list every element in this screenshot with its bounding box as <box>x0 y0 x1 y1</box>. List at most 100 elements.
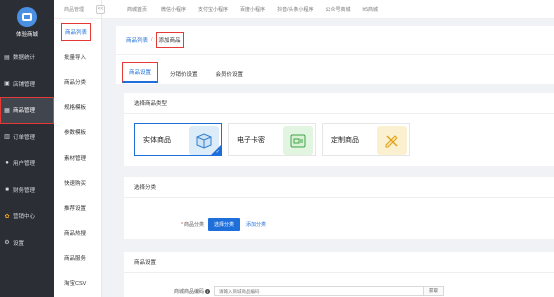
sidebar-item-label: 营销中心 <box>13 214 36 221</box>
top-tab-baidu[interactable]: 百度小程序 <box>240 6 265 13</box>
subnav-item-param-template[interactable]: 参数模板 <box>54 120 101 145</box>
form-tabs-card: 商品设置 分销价设置 会员价设置 <box>116 54 554 84</box>
sidebar-item-users[interactable]: ● 用户管理 <box>0 150 54 177</box>
subnav-item-label: 规格模板 <box>64 105 87 112</box>
tab-distribution-price[interactable]: 分销价设置 <box>164 65 204 83</box>
type-card-card-code[interactable]: 电子卡密 <box>228 123 316 156</box>
subnav-item-recommend[interactable]: 推荐设置 <box>54 195 101 220</box>
sidebar-item-label: 财务管理 <box>13 187 36 194</box>
type-card-label: 电子卡密 <box>237 136 265 144</box>
top-tab-h5[interactable]: h5商城 <box>362 6 378 13</box>
goods-code-row: 商城商品编码i 获取 <box>124 284 554 297</box>
section-title: 选择分类 <box>134 185 157 191</box>
sidebar-item-finance[interactable]: ■ 财务管理 <box>0 177 54 204</box>
breadcrumb-current: 添加商品 <box>155 32 184 48</box>
subnav-item-label: 批量导入 <box>64 54 87 61</box>
sidebar-item-store[interactable]: ▣ 店铺管理 <box>0 71 54 98</box>
top-tab-mall-home[interactable]: 商城首页 <box>127 6 147 13</box>
sidebar-item-settings[interactable]: ⚙ 设置 <box>0 230 54 257</box>
subnav-item-label: 淘宝CSV <box>64 281 87 288</box>
store-header: 体验商城 <box>0 0 54 44</box>
sidebar-item-label: 店铺管理 <box>13 81 36 88</box>
sidebar-item-goods[interactable]: ▦ 商品管理 <box>0 97 54 124</box>
sidebar-item-label: 商品管理 <box>13 108 36 115</box>
user-icon: ● <box>5 160 9 167</box>
top-tab-wechat[interactable]: 微信小程序 <box>161 6 186 13</box>
divider <box>124 113 554 114</box>
goods-icon: ▦ <box>4 107 10 114</box>
top-tab-official-account[interactable]: 公众号商城 <box>325 6 350 13</box>
subnav-item-label: 商品热搜 <box>64 231 87 238</box>
card-icon <box>283 126 313 155</box>
top-tab-alipay[interactable]: 支付宝小程序 <box>198 6 228 13</box>
breadcrumb-separator: / <box>151 37 153 43</box>
subnav-item-material[interactable]: 素材管理 <box>54 145 101 170</box>
subnav-item-spec-template[interactable]: 规格模板 <box>54 95 101 120</box>
subnav-item-label: 快速购买 <box>64 180 87 187</box>
finance-icon: ■ <box>5 186 9 193</box>
select-category-button[interactable]: 选择分类 <box>208 217 241 231</box>
subnav-item-batch-import[interactable]: 批量导入 <box>54 44 101 69</box>
sidebar-item-label: 订单管理 <box>13 134 36 141</box>
category-row: *商品分类 选择分类 添加分类 <box>124 212 554 236</box>
type-card-physical[interactable]: 实体商品 ✓ <box>134 123 222 156</box>
subnav-item-goods-list[interactable]: 商品列表 <box>54 19 101 44</box>
type-card-custom[interactable]: 定制商品 <box>322 123 410 156</box>
marketing-icon: ✿ <box>4 213 10 220</box>
gear-icon: ⚙ <box>4 240 10 247</box>
goods-code-input[interactable] <box>214 286 424 296</box>
goods-settings-section: 商品设置 商城商品编码i 获取 <box>124 252 554 297</box>
sidebar-item-orders[interactable]: ▥ 订单管理 <box>0 124 54 151</box>
form-tabs: 商品设置 分销价设置 会员价设置 <box>116 55 554 83</box>
breadcrumb: 商品列表 / 添加商品 <box>116 26 554 54</box>
type-card-label: 实体商品 <box>143 136 171 144</box>
subnav-item-service[interactable]: 商品服务 <box>54 246 101 271</box>
main-content: 商品列表 / 添加商品 商品设置 分销价设置 会员价设置 <box>116 26 554 84</box>
section-title: 商品设置 <box>134 260 157 266</box>
divider <box>124 197 554 198</box>
tab-goods-settings[interactable]: 商品设置 <box>122 62 159 83</box>
goods-type-section: 选择商品类型 实体商品 ✓ 电子卡密 定制商品 <box>124 93 554 166</box>
breadcrumb-link-goods-list[interactable]: 商品列表 <box>126 36 148 44</box>
subnav-item-label: 商品分类 <box>64 79 87 86</box>
add-category-link[interactable]: 添加分类 <box>246 221 266 228</box>
subnav-item-label: 素材管理 <box>64 155 87 162</box>
subnav-item-label: 参数模板 <box>64 130 87 137</box>
subnav-item-label: 推荐设置 <box>64 205 87 212</box>
info-icon[interactable]: i <box>205 288 210 294</box>
goods-code-label-text: 商城商品编码 <box>173 288 204 295</box>
category-label: *商品分类 <box>124 221 208 228</box>
sidebar-item-marketing[interactable]: ✿ 营销中心 <box>0 203 54 230</box>
fetch-code-button[interactable]: 获取 <box>424 286 444 296</box>
store-logo <box>17 6 37 27</box>
divider <box>124 272 554 273</box>
category-label-text: 商品分类 <box>183 221 204 228</box>
subnav-item-category[interactable]: 商品分类 <box>54 69 101 94</box>
sidebar-item-label: 设置 <box>13 240 25 247</box>
subnav-heading: 商品管理 <box>54 0 101 19</box>
section-title: 选择商品类型 <box>134 101 168 107</box>
category-section: 选择分类 *商品分类 选择分类 添加分类 <box>124 177 554 239</box>
order-icon: ▥ <box>4 134 10 141</box>
subnav-item-label: 商品服务 <box>64 256 87 263</box>
tab-member-price[interactable]: 会员价设置 <box>210 65 250 83</box>
goods-type-options: 实体商品 ✓ 电子卡密 定制商品 <box>134 123 416 156</box>
required-mark: * <box>181 221 183 228</box>
subnav-item-quick-buy[interactable]: 快速购买 <box>54 170 101 195</box>
sidebar-item-stats[interactable]: ▤ 数据统计 <box>0 44 54 71</box>
subnav-list: 商品列表 批量导入 商品分类 规格模板 参数模板 素材管理 快速购买 推荐设置 … <box>54 19 101 296</box>
main-sidebar: 体验商城 ▤ 数据统计 ▣ 店铺管理 ▦ 商品管理 ▥ 订单管理 ● 用户管理 ■ 财务管理… <box>0 0 54 297</box>
sidebar-item-label: 用户管理 <box>13 161 36 168</box>
chart-icon: ▤ <box>4 54 10 61</box>
subnav-item-hot-search[interactable]: 商品热搜 <box>54 221 101 246</box>
top-bar: << 商城首页 微信小程序 支付宝小程序 百度小程序 抖音/头条小程序 公众号商… <box>96 0 554 19</box>
goods-code-label: 商城商品编码 i <box>124 288 214 295</box>
sidebar-item-label: 数据统计 <box>13 55 36 62</box>
check-icon: ✓ <box>215 149 220 155</box>
collapse-button[interactable]: << <box>96 4 105 14</box>
pencil-ruler-icon <box>377 126 407 155</box>
type-card-label: 定制商品 <box>331 136 359 144</box>
top-tab-douyin[interactable]: 抖音/头条小程序 <box>277 6 313 13</box>
subnav-item-taobao-csv[interactable]: 淘宝CSV <box>54 271 101 296</box>
store-name: 体验商城 <box>15 31 38 38</box>
